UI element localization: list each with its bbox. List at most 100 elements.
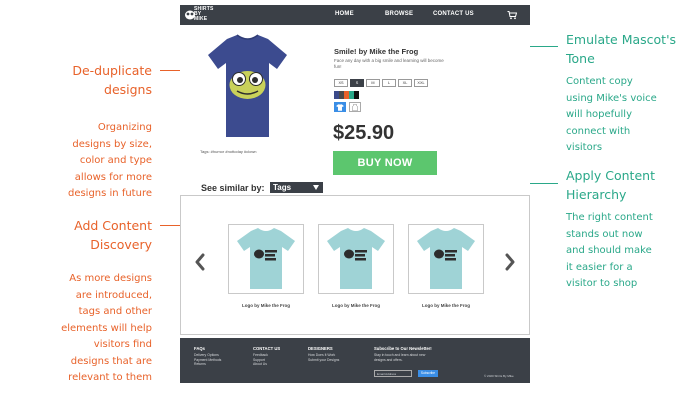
footer-designers-heading: DESIGNERS	[308, 346, 333, 351]
color-swatch[interactable]	[354, 91, 359, 99]
similar-designs-carousel: Logo by Mike the Frog Logo by Mike the F…	[180, 195, 530, 335]
annotation-discovery-body: As more designs are introduced, tags and…	[30, 271, 152, 387]
logo-wordmark-line: MIKE	[194, 16, 208, 22]
footer-contact-heading: CONTACT US	[253, 346, 281, 351]
annotation-dedup-title-line: designs	[104, 82, 152, 97]
product-description: Face any day with a big smile and learni…	[334, 58, 444, 69]
similar-shirt-image	[327, 228, 385, 289]
size-option-selected[interactable]: S	[350, 79, 364, 87]
site-footer: FAQs Delivery Options Payment Methods Re…	[180, 338, 530, 383]
similar-design-label[interactable]: Logo by Mike the Frog	[318, 303, 394, 308]
footer-designers: DESIGNERS How Does It Work Submit your D…	[308, 346, 339, 362]
similar-design-card[interactable]	[318, 224, 394, 294]
annotation-dedup-body: Organizing designs by size, color and ty…	[40, 120, 152, 203]
type-selector	[334, 102, 361, 112]
annotation-dedup-body-line: allows for more	[74, 171, 152, 183]
annotation-mascot-body-line: using Mike's voice	[566, 92, 657, 104]
annotation-discovery-body-line: relevant to them	[68, 372, 152, 383]
footer-link[interactable]: How Does It Work	[308, 353, 339, 358]
annotation-hierarchy-title-line: Apply Content	[566, 168, 655, 183]
annotation-hierarchy-body-line: The right content	[566, 212, 653, 223]
annotation-mascot-body-line: connect with	[566, 125, 631, 137]
annotation-hierarchy-title: Apply Content Hierarchy	[566, 166, 696, 204]
see-similar-selected: Tags	[273, 183, 292, 192]
annotation-mascot-title-line: Tone	[566, 51, 595, 66]
footer-faqs: FAQs Delivery Options Payment Methods Re…	[194, 346, 221, 367]
annotation-hierarchy-body-line: and should make	[566, 245, 652, 256]
see-similar-label: See similar by:	[201, 183, 265, 193]
size-option[interactable]: XS	[334, 79, 348, 87]
footer-link[interactable]: Delivery Options	[194, 353, 221, 358]
annotation-dedup-title-line: De-duplicate	[72, 63, 152, 78]
annotation-discovery-body-line: are introduced,	[75, 289, 152, 301]
chevron-left-icon[interactable]	[193, 252, 207, 272]
footer-faqs-heading: FAQs	[194, 346, 205, 351]
similar-shirt-image	[417, 228, 475, 289]
top-nav: SHIRTS BY MIKE HOME BROWSE CONTACT US	[180, 5, 530, 25]
annotation-dedup-body-line: Organizing	[97, 122, 152, 133]
annotation-discovery-body-line: elements will help	[61, 322, 152, 334]
product-price: $25.90	[333, 122, 395, 144]
annotation-hierarchy-body-line: stands out now	[566, 228, 643, 240]
size-selector: XS S M L XL XXL	[334, 79, 428, 87]
size-option[interactable]: XXL	[414, 79, 428, 87]
tank-icon	[352, 103, 358, 111]
tshirt-icon	[336, 103, 344, 111]
annotation-dedup-title: De-duplicate designs	[40, 61, 152, 99]
annotation-hierarchy-body: The right content stands out now and sho…	[566, 210, 696, 293]
annotation-mascot-body: Content copy using Mike's voice will hop…	[566, 74, 696, 157]
buy-now-button[interactable]: BUY NOW	[333, 151, 437, 175]
newsletter-email-input[interactable]: Email Address	[374, 370, 412, 377]
similar-design-card[interactable]	[408, 224, 484, 294]
footer-contact: CONTACT US Feedback Support About Us	[253, 346, 280, 367]
similar-design-card[interactable]	[228, 224, 304, 294]
chevron-right-icon[interactable]	[503, 252, 517, 272]
product-shirt-image[interactable]	[205, 33, 290, 141]
annotation-mascot-body-line: visitors	[566, 142, 603, 153]
annotation-discovery-body-line: designs that are	[70, 355, 152, 367]
annotation-discovery-body-line: As more designs	[69, 273, 152, 284]
annotation-hierarchy-body-line: it easier for a	[566, 261, 633, 273]
nav-home[interactable]: HOME	[335, 11, 354, 17]
footer-link[interactable]: Submit your Designs	[308, 358, 339, 363]
tshirt-type-option[interactable]	[334, 102, 346, 112]
see-similar-dropdown[interactable]: Tags	[270, 182, 323, 193]
size-option[interactable]: M	[366, 79, 380, 87]
tank-type-option[interactable]	[349, 102, 361, 112]
annotation-hierarchy-body-line: visitor to shop	[566, 278, 638, 289]
footer-newsletter: Subscribe to Our Newsletter! Stay in tou…	[374, 346, 434, 362]
nav-browse[interactable]: BROWSE	[385, 11, 413, 17]
annotation-discovery-body-line: visitors find	[93, 339, 152, 350]
annotation-mascot-title-line: Emulate Mascot's	[566, 32, 677, 47]
annotation-discovery-title-line: Add Content	[74, 218, 152, 233]
footer-copyright: © 2020 Shirts By Mike	[484, 374, 514, 378]
size-option[interactable]: L	[382, 79, 396, 87]
annotation-mascot-title: Emulate Mascot's Tone	[566, 30, 696, 68]
chevron-down-icon	[313, 185, 319, 190]
logo-wordmark[interactable]: SHIRTS BY MIKE	[194, 7, 214, 22]
product-tags[interactable]: Tags: #humor #nottoday #clown	[200, 149, 256, 154]
nav-contact-us[interactable]: CONTACT US	[433, 11, 474, 17]
annotation-discovery-title: Add Content Discovery	[40, 216, 152, 254]
color-selector	[334, 91, 359, 99]
similar-design-label[interactable]: Logo by Mike the Frog	[408, 303, 484, 308]
annotation-dedup-body-line: color and type	[79, 155, 152, 166]
annotation-discovery-title-line: Discovery	[90, 237, 152, 252]
newsletter-subscribe-button[interactable]: Subscribe	[418, 370, 438, 377]
product-title: Smile! by Mike the Frog	[334, 47, 419, 56]
annotation-dedup-body-line: designs by size,	[72, 138, 152, 150]
website-mockup: SHIRTS BY MIKE HOME BROWSE CONTACT US Ta…	[180, 5, 530, 383]
cart-icon[interactable]	[507, 10, 517, 20]
footer-link[interactable]: Returns	[194, 362, 221, 367]
similar-shirt-image	[237, 228, 295, 289]
similar-design-label[interactable]: Logo by Mike the Frog	[228, 303, 304, 308]
footer-newsletter-heading: Subscribe to Our Newsletter!	[374, 346, 432, 351]
size-option[interactable]: XL	[398, 79, 412, 87]
footer-link[interactable]: About Us	[253, 362, 280, 367]
annotation-dedup-body-line: designs in future	[67, 188, 152, 199]
annotation-hierarchy-title-line: Hierarchy	[566, 187, 627, 202]
annotation-discovery-body-line: tags and other	[78, 306, 152, 317]
footer-newsletter-text: Stay in touch and learn about new design…	[374, 353, 426, 362]
annotation-mascot-body-line: will hopefully	[566, 109, 632, 120]
annotation-mascot-body-line: Content copy	[566, 76, 633, 87]
